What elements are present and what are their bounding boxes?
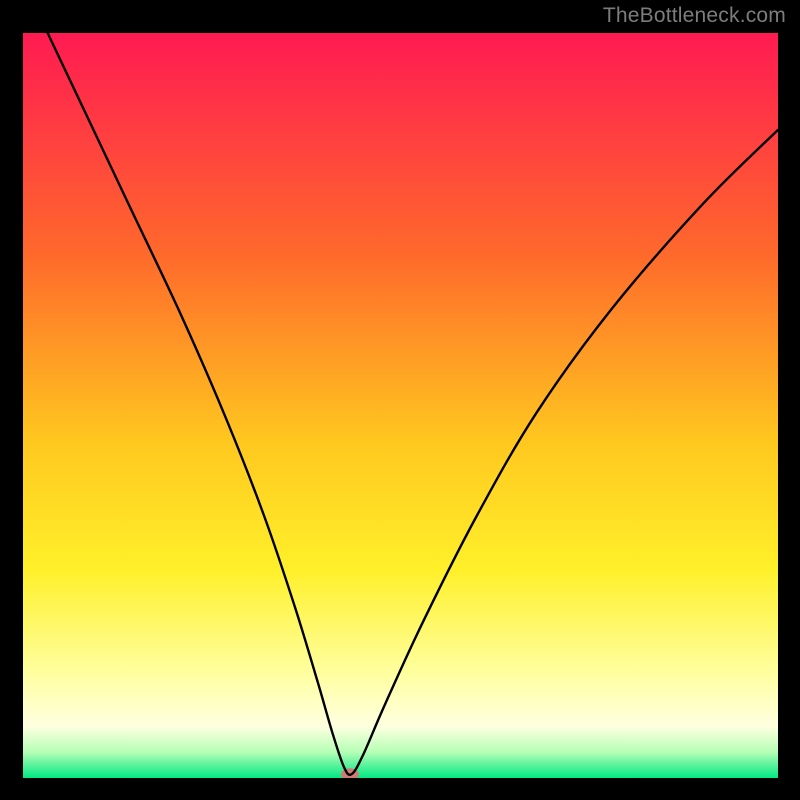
watermark-text: TheBottleneck.com [603, 4, 786, 28]
bottleneck-chart [23, 33, 778, 778]
chart-svg [23, 33, 778, 778]
gradient-background [23, 33, 778, 778]
chart-frame: TheBottleneck.com [0, 0, 800, 800]
